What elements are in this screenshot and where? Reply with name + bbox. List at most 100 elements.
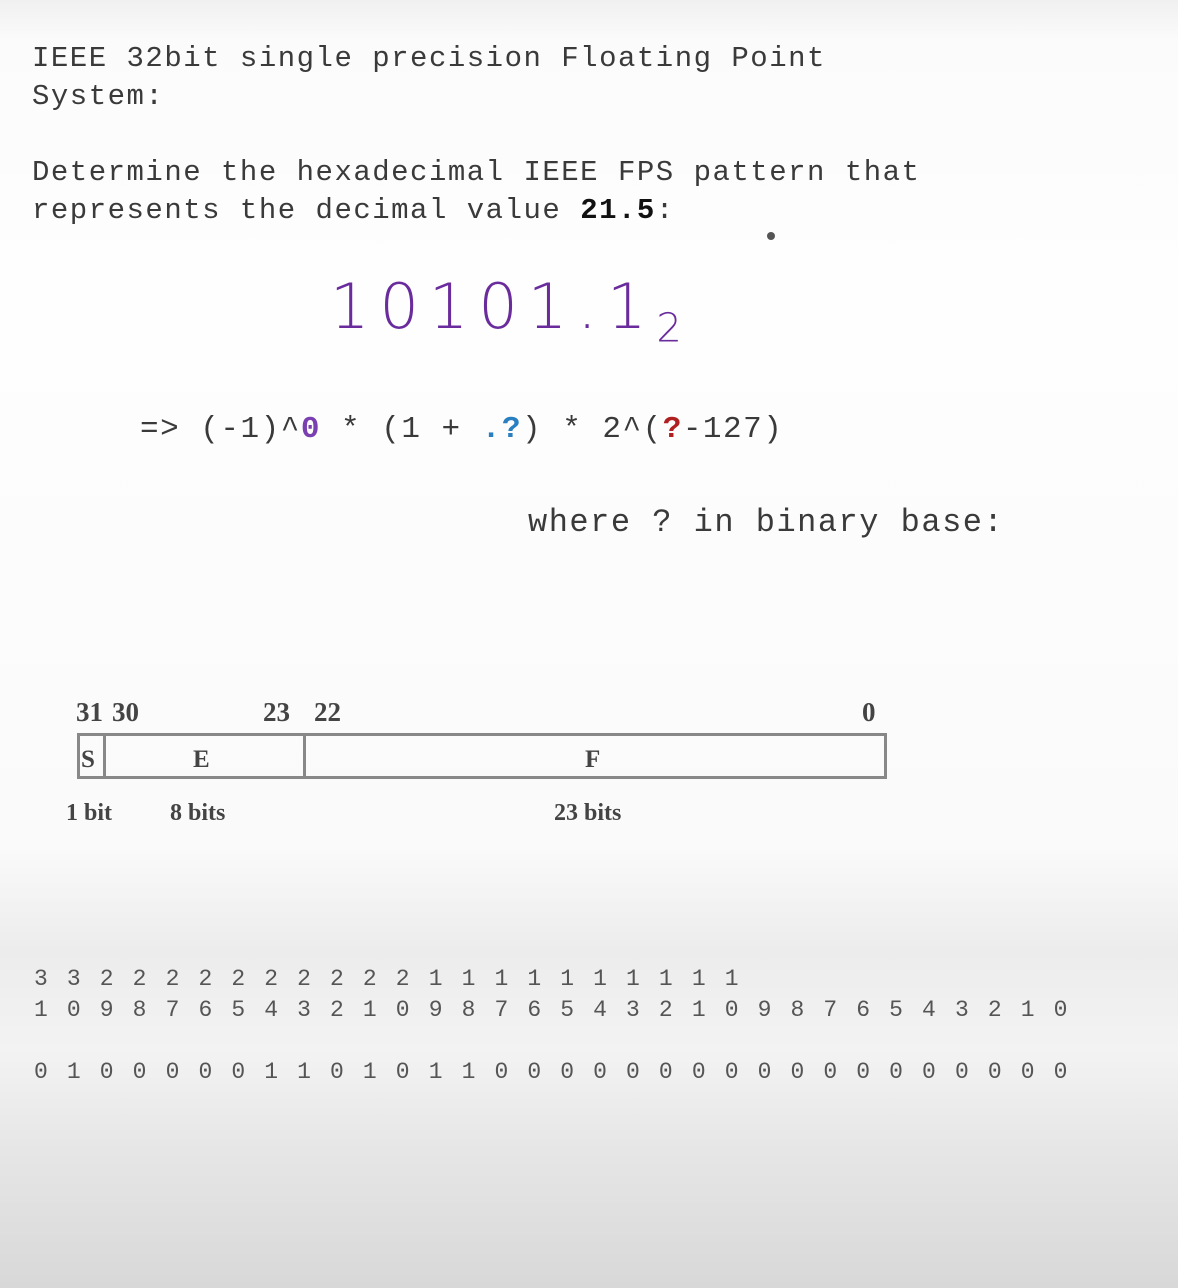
bit-index-ones: 2 xyxy=(330,997,344,1023)
bit-index-ones: 8 xyxy=(461,997,476,1023)
bit-index-ones: 6 xyxy=(527,997,542,1023)
exponent-size: 8 bits xyxy=(170,800,226,826)
bit-index-ones: 6 xyxy=(198,997,213,1023)
bit-index-ones: 3 xyxy=(297,997,311,1023)
bit-index-ones: 0 xyxy=(1053,997,1068,1023)
bit-index-tens xyxy=(1021,966,1054,992)
question-text: Determine the hexadecimal IEEE FPS patte… xyxy=(32,154,920,230)
bit-index-tens-row: 3322222222221111111111 xyxy=(34,966,1087,992)
formula-sign: 0 xyxy=(300,412,321,447)
formula: => (-1)^0 * (1 + .?) * 2^(?-127) xyxy=(140,411,783,449)
bit-index-tens: 2 xyxy=(132,966,147,992)
bit-index-tens: 2 xyxy=(362,966,377,992)
bit-index-tens: 3 xyxy=(34,966,48,992)
bit-value: 0 xyxy=(823,1059,838,1085)
bit-index-tens: 2 xyxy=(165,966,180,992)
bit-value: 0 xyxy=(626,1059,640,1085)
bit-index-ones: 8 xyxy=(132,997,147,1023)
bit-index-tens: 2 xyxy=(395,966,410,992)
bit-index-ones: 1 xyxy=(1020,997,1035,1023)
bit-index-ones: 9 xyxy=(99,997,114,1023)
bit-index-ones: 2 xyxy=(987,997,1002,1023)
bit-label-31: 31 xyxy=(76,697,103,727)
bit-value: 1 xyxy=(297,1059,311,1085)
bit-index-ones: 8 xyxy=(790,997,805,1023)
bit-index-ones: 5 xyxy=(560,997,575,1023)
fraction-size: 23 bits xyxy=(554,800,622,826)
bit-index-ones: 2 xyxy=(658,997,673,1023)
bit-index-ones: 0 xyxy=(66,997,81,1023)
bit-value: 0 xyxy=(691,1059,706,1085)
bit-index-ones: 0 xyxy=(724,997,739,1023)
bit-index-tens: 1 xyxy=(626,966,640,992)
bit-value: 0 xyxy=(34,1059,48,1085)
bit-value: 0 xyxy=(395,1059,410,1085)
formula-part: => (-1)^ xyxy=(140,412,301,447)
bit-index-tens: 2 xyxy=(297,966,311,992)
bit-value: 0 xyxy=(231,1059,246,1085)
bit-index-ones: 3 xyxy=(626,997,640,1023)
bit-index-tens: 3 xyxy=(66,966,81,992)
bit-index-tens xyxy=(1054,966,1087,992)
bit-index-tens xyxy=(922,966,955,992)
bit-index-tens xyxy=(823,966,856,992)
bit-value: 0 xyxy=(132,1059,147,1085)
bit-index-ones-row: 10987654321098765432109876543210 xyxy=(34,997,1087,1023)
bit-index-ones: 7 xyxy=(823,997,838,1023)
bit-value: 0 xyxy=(593,1059,607,1085)
bit-value: 0 xyxy=(165,1059,180,1085)
sign-size: 1 bit xyxy=(66,800,113,826)
decimal-value: 21.5 xyxy=(580,194,656,227)
bit-value: 0 xyxy=(757,1059,772,1085)
bit-value: 0 xyxy=(1053,1059,1068,1085)
bit-index-ones: 1 xyxy=(691,997,706,1023)
bit-index-ones: 6 xyxy=(856,997,871,1023)
formula-part: * (1 + xyxy=(320,412,482,447)
exponent-label: E xyxy=(193,746,210,773)
bit-index-tens xyxy=(790,966,823,992)
page-title: IEEE 32bit single precision Floating Poi… xyxy=(32,42,826,113)
bit-index-ones: 9 xyxy=(428,997,443,1023)
bit-index-ones: 9 xyxy=(757,997,772,1023)
bit-index-tens: 1 xyxy=(658,966,673,992)
bit-index-tens xyxy=(889,966,922,992)
bit-value: 0 xyxy=(889,1059,903,1085)
bit-label-0: 0 xyxy=(862,697,876,727)
bit-value: 0 xyxy=(198,1059,213,1085)
bit-index-tens: 2 xyxy=(99,966,114,992)
bit-value: 0 xyxy=(724,1059,739,1085)
bit-index-tens: 1 xyxy=(560,966,575,992)
sign-label: S xyxy=(81,746,95,773)
bit-index-ones: 4 xyxy=(593,997,607,1023)
bit-index-tens xyxy=(988,966,1021,992)
bit-index-tens: 1 xyxy=(494,966,509,992)
bit-value: 0 xyxy=(790,1059,805,1085)
bit-value: 0 xyxy=(494,1059,509,1085)
handwritten-number: 10101.1 xyxy=(330,270,657,343)
bit-index-ones: 4 xyxy=(264,997,279,1023)
handwritten-binary: 10101.12 xyxy=(330,270,682,351)
bit-value: 0 xyxy=(954,1059,969,1085)
bit-index-ones: 7 xyxy=(494,997,509,1023)
bit-index-ones: 0 xyxy=(395,997,410,1023)
bit-value: 0 xyxy=(658,1059,673,1085)
bit-value: 0 xyxy=(330,1059,344,1085)
bit-index-tens: 2 xyxy=(264,966,279,992)
bit-index-tens: 1 xyxy=(724,966,739,992)
formula-exponent: ? xyxy=(662,412,683,447)
bit-value: 1 xyxy=(66,1059,81,1085)
bit-index-ones: 1 xyxy=(362,997,377,1023)
question-suffix: : xyxy=(655,194,675,227)
bit-value: 0 xyxy=(1020,1059,1035,1085)
bit-index-tens: 1 xyxy=(527,966,542,992)
bit-label-30: 30 xyxy=(112,697,139,727)
bit-index-ones: 5 xyxy=(231,997,246,1023)
formula-fraction: .? xyxy=(481,412,522,447)
bit-index-ones: 3 xyxy=(954,997,969,1023)
bit-value: 0 xyxy=(560,1059,575,1085)
formula-part: -127) xyxy=(682,412,784,447)
bit-values-row: 01000001101011000000000000000000 xyxy=(34,1059,1087,1085)
formula-part: ) * 2^( xyxy=(521,412,663,447)
cursor-dot xyxy=(767,232,775,240)
bit-index-tens: 2 xyxy=(198,966,213,992)
